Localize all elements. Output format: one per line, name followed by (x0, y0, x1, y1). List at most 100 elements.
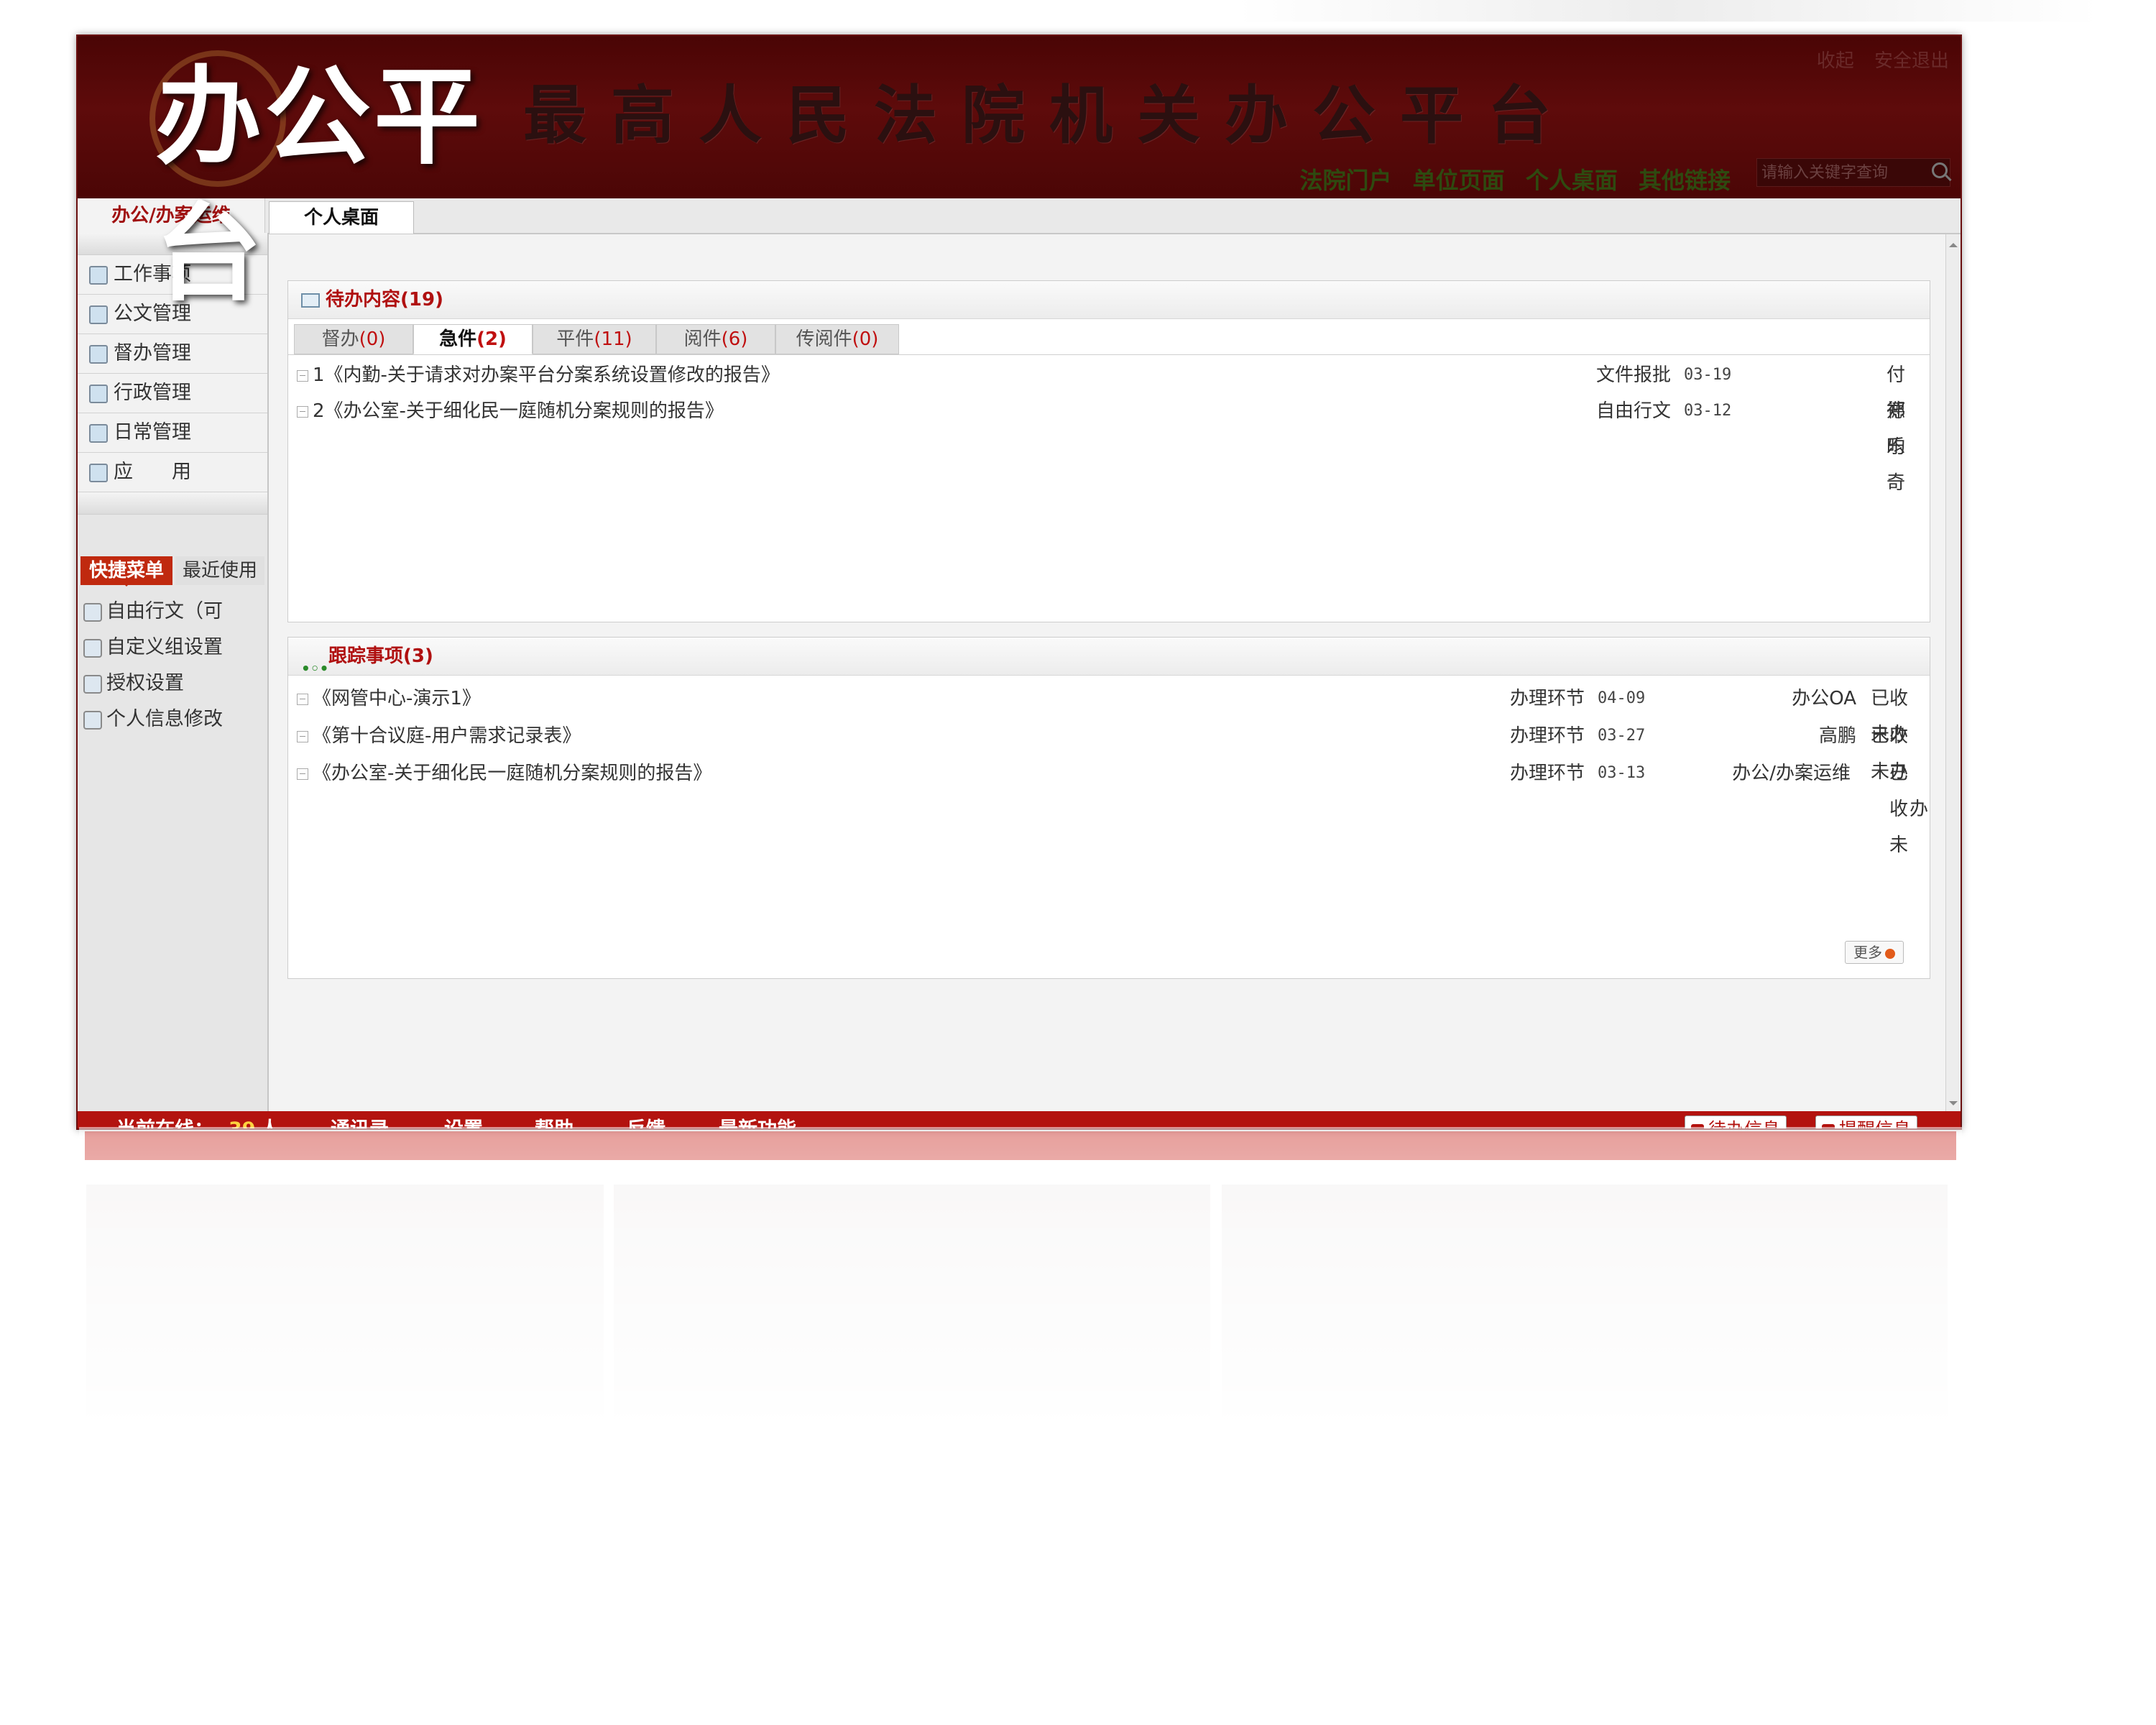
scroll-down-icon[interactable] (1949, 1101, 1958, 1110)
row-title: 《办公室-关于细化民一庭随机分案规则的报告》 (313, 763, 712, 784)
supervise-icon (89, 344, 108, 364)
user-edit-icon (83, 710, 102, 730)
quick-item-profile-edit[interactable]: 个人信息修改 (78, 702, 267, 737)
row-stage: 办理环节 (1510, 725, 1585, 747)
sidebar-divider (78, 492, 267, 515)
tab-supervise[interactable]: 督办(0) (294, 324, 413, 354)
tracking-row[interactable]: 《第十合议庭-用户需求记录表》 办理环节 03-27 高鹏 已收未办 (297, 718, 1921, 783)
scroll-up-icon[interactable] (1949, 239, 1958, 247)
tab-count: (6) (721, 328, 748, 350)
daily-icon (89, 423, 108, 443)
quick-tabs: 快捷菜单 最近使用 (78, 555, 267, 586)
tab-divider (288, 354, 1930, 355)
row-person: 郑昀奇 (1886, 400, 1906, 494)
row-type: 自由行文 (1596, 400, 1672, 422)
row-status-wrap: 办 (1909, 799, 1929, 820)
track-icon: •◦• (301, 659, 329, 677)
sidebar-item-supervise[interactable]: 督办管理 (78, 334, 267, 374)
expand-icon[interactable] (297, 768, 308, 780)
nav-unit-page[interactable]: 单位页面 (1413, 167, 1505, 194)
collapse-link[interactable]: 收起 (1817, 50, 1854, 72)
tab-label: 平件 (556, 328, 594, 350)
document-icon (89, 305, 108, 324)
sidebar-item-label: 督办管理 (114, 342, 191, 364)
row-date: 03-27 (1598, 727, 1646, 745)
work-items-icon (89, 265, 108, 285)
sidebar-item-admin[interactable]: 行政管理 (78, 374, 267, 413)
expand-icon[interactable] (297, 369, 308, 382)
row-stage: 办理环节 (1510, 763, 1585, 784)
pending-panel: 待办内容(19) 督办(0) 急件(2) 平件(11) 阅件(6) 传阅件(0)… (287, 280, 1930, 622)
tab-label: 急件 (439, 328, 477, 350)
quick-item-label: 自由行文（可 (106, 600, 223, 622)
tab-label: 阅件 (683, 328, 722, 350)
row-title: 《第十合议庭-用户需求记录表》 (313, 725, 581, 747)
row-stage: 办理环节 (1510, 688, 1585, 709)
tracking-title: 跟踪事项(3) (328, 645, 433, 667)
overlay-title: 办公平台 (155, 55, 483, 316)
quick-menu-list: 自由行文（可 自定义组设置 授权设置 个人信息修改 (78, 594, 267, 737)
admin-icon (89, 384, 108, 403)
row-date: 04-09 (1598, 689, 1646, 707)
quick-item-label: 授权设置 (106, 672, 184, 694)
quick-item-free-doc[interactable]: 自由行文（可 (78, 594, 267, 630)
reflection-decor (79, 1127, 1962, 1458)
nav-court-portal[interactable]: 法院门户 (1300, 167, 1392, 194)
row-date: 03-12 (1684, 402, 1732, 420)
header-nav: 法院门户 单位页面 个人桌面 其他链接 (1287, 162, 1731, 196)
expand-icon[interactable] (297, 730, 308, 742)
nav-other-links[interactable]: 其他链接 (1639, 167, 1731, 194)
quick-item-label: 自定义组设置 (106, 636, 223, 658)
expand-icon[interactable] (297, 405, 308, 418)
tracking-row[interactable]: 《网管中心-演示1》 办理环节 04-09 办公OA 已收未办 (297, 681, 1921, 745)
row-title: 1《内勤-关于请求对办案平台分案系统设置修改的报告》 (313, 364, 780, 386)
tab-count: (0) (359, 328, 386, 350)
monitor-icon (83, 674, 102, 694)
tab-label: 督办 (321, 328, 359, 350)
main-content: 待办内容(19) 督办(0) 急件(2) 平件(11) 阅件(6) 传阅件(0)… (269, 234, 1946, 1113)
row-dept: 高鹏 (1818, 725, 1856, 747)
overlay-title-area: 办公平台 (76, 34, 579, 316)
tab-urgent[interactable]: 急件(2) (413, 324, 533, 354)
nav-personal-desk[interactable]: 个人桌面 (1526, 167, 1618, 194)
apps-icon (89, 463, 108, 482)
row-title: 2《办公室-关于细化民一庭随机分案规则的报告》 (313, 400, 724, 422)
search-input[interactable]: 请输入关键字查询 (1756, 158, 1950, 187)
sidebar: 工作事项 公文管理 督办管理 行政管理 日常管理 应 用 快捷菜单 最近使用 自… (78, 233, 269, 1111)
more-button[interactable]: 更多 (1845, 941, 1904, 964)
header-top-links: 收起 安全退出 (1802, 46, 1949, 73)
tab-circulate[interactable]: 传阅件(0) (775, 324, 899, 354)
system-title: 最高人民法院机关办公平台 (523, 78, 1576, 152)
tab-count: (2) (476, 328, 507, 350)
row-dept: 办公/办案运维 (1732, 763, 1851, 784)
pending-row[interactable]: 1《内勤-关于请求对办案平台分案系统设置修改的报告》 文件报批 03-19 付德… (297, 357, 1921, 458)
sidebar-item-daily[interactable]: 日常管理 (78, 413, 267, 453)
row-date: 03-19 (1684, 366, 1732, 384)
expand-icon[interactable] (297, 693, 308, 705)
search-icon[interactable] (1932, 162, 1948, 178)
more-label: 更多 (1853, 944, 1882, 961)
tracking-row[interactable]: 《办公室-关于细化民一庭随机分案规则的报告》 办理环节 03-13 办公/办案运… (297, 755, 1928, 856)
arrow-right-icon (1885, 948, 1895, 959)
row-title: 《网管中心-演示1》 (313, 688, 481, 709)
tab-recent-used[interactable]: 最近使用 (175, 556, 264, 585)
row-date: 03-13 (1598, 764, 1646, 782)
row-dept: 办公OA (1792, 688, 1856, 709)
tab-read[interactable]: 阅件(6) (656, 324, 775, 354)
reflection-fade (79, 1127, 1962, 1458)
group-users-icon (83, 638, 102, 658)
tracking-panel-header: •◦•跟踪事项(3) (288, 638, 1930, 677)
quick-item-label: 个人信息修改 (106, 708, 223, 730)
scrollbar[interactable] (1945, 234, 1961, 1113)
quick-item-authorization[interactable]: 授权设置 (78, 666, 267, 702)
logout-link[interactable]: 安全退出 (1874, 50, 1949, 72)
tab-normal[interactable]: 平件(11) (533, 324, 656, 354)
quick-item-group-settings[interactable]: 自定义组设置 (78, 630, 267, 666)
tab-count: (11) (594, 328, 632, 350)
sidebar-item-apps[interactable]: 应 用 (78, 453, 267, 492)
tab-count: (0) (852, 328, 879, 350)
doc-list-icon (83, 602, 102, 622)
sidebar-item-label: 应 用 (114, 461, 191, 483)
pending-row[interactable]: 2《办公室-关于细化民一庭随机分案规则的报告》 自由行文 03-12 郑昀奇 (297, 393, 1921, 494)
tab-quick-menu[interactable]: 快捷菜单 (80, 556, 172, 586)
